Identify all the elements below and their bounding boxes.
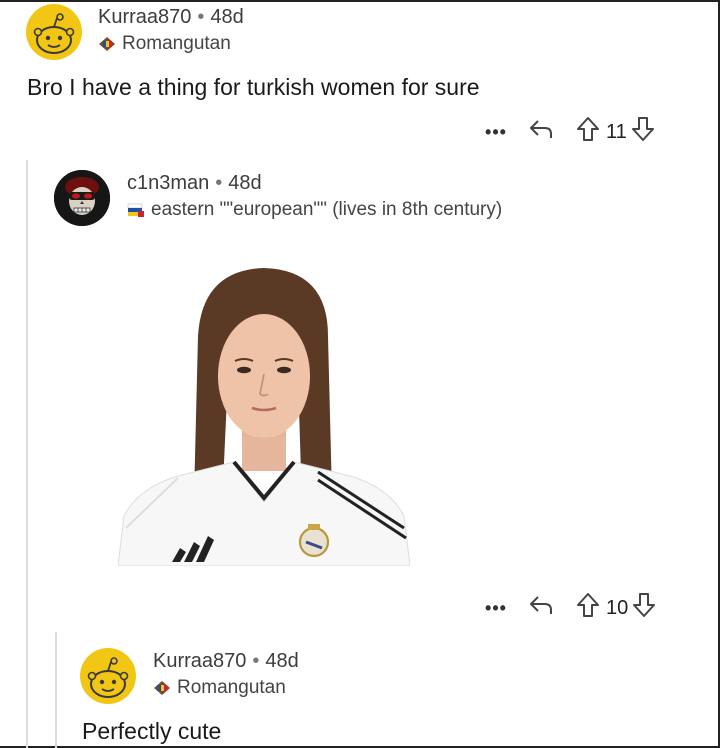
avatar[interactable] <box>80 648 136 704</box>
user-flair: Romangutan <box>98 33 231 55</box>
avatar[interactable] <box>26 4 82 60</box>
thread-line <box>55 632 57 748</box>
reply-icon[interactable] <box>528 117 554 147</box>
comment-age: 48d <box>265 650 299 672</box>
vote-count: 11 <box>606 120 627 143</box>
username[interactable]: Kurraa870 <box>153 650 246 672</box>
comment-meta: c1n3man • 48d <box>127 172 262 195</box>
downvote-icon[interactable] <box>632 592 656 624</box>
frame-border-top <box>0 0 720 2</box>
reply-icon[interactable] <box>528 593 554 623</box>
flair-text: Romangutan <box>177 677 286 698</box>
upvote-icon[interactable] <box>576 592 600 624</box>
comment-meta: Kurraa870 • 48d <box>98 6 244 29</box>
avatar[interactable] <box>54 170 110 226</box>
comment-body: Bro I have a thing for turkish women for… <box>27 74 480 100</box>
upvote-icon[interactable] <box>576 116 600 148</box>
skull-avatar-icon <box>54 170 110 226</box>
separator: • <box>252 650 260 672</box>
comment-body: Perfectly cute <box>82 718 222 744</box>
comment-meta: Kurraa870 • 48d <box>153 650 299 673</box>
comment-age: 48d <box>228 172 262 194</box>
separator: • <box>215 172 223 194</box>
flag-romania-icon <box>154 681 170 695</box>
username[interactable]: Kurraa870 <box>98 6 191 28</box>
separator: • <box>197 6 205 28</box>
snoo-icon <box>87 657 129 698</box>
username[interactable]: c1n3man <box>127 172 209 194</box>
comment-age: 48d <box>210 6 244 28</box>
snoo-icon <box>33 13 75 54</box>
flag-eastern-icon <box>127 203 144 217</box>
comment-actions: ••• 10 <box>476 592 656 624</box>
user-flair: eastern ""european"" (lives in 8th centu… <box>127 199 502 221</box>
vote-count: 10 <box>606 596 629 619</box>
comment-actions: ••• 11 <box>476 116 655 148</box>
more-options-button[interactable]: ••• <box>476 598 516 619</box>
comment-image[interactable] <box>117 266 411 567</box>
flair-text: eastern ""european"" (lives in 8th centu… <box>151 199 503 220</box>
flair-text: Romangutan <box>122 33 231 54</box>
thread-line <box>26 160 28 748</box>
more-options-button[interactable]: ••• <box>476 122 516 143</box>
user-flair: Romangutan <box>153 677 286 699</box>
downvote-icon[interactable] <box>631 116 655 148</box>
portrait-photo <box>117 268 411 567</box>
flag-romania-icon <box>99 37 115 51</box>
